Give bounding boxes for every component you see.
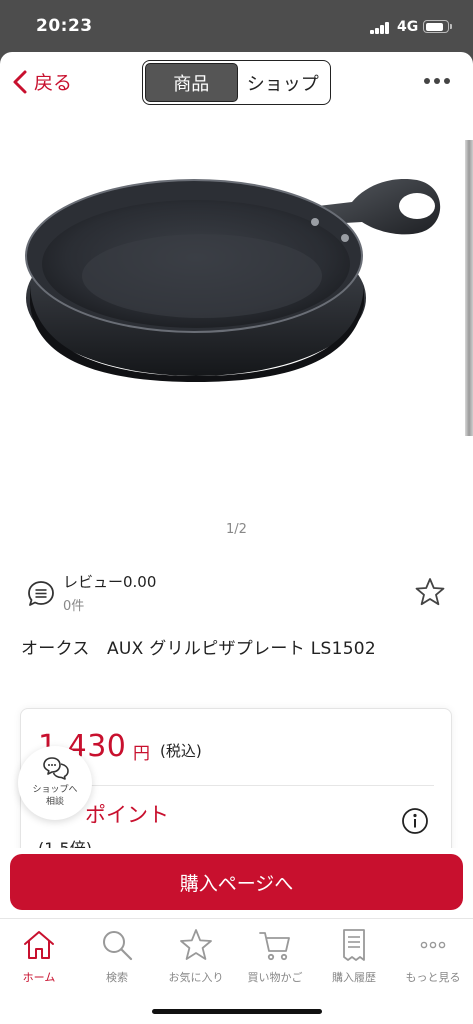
skillet-image [25,178,441,382]
receipt-icon [343,929,365,961]
network-label: 4G [397,19,419,35]
segment-shop[interactable]: ショップ [238,63,329,102]
tab-label: 検索 [106,971,128,984]
back-button[interactable]: 戻る [10,68,72,95]
back-label: 戻る [34,72,73,94]
review-score[interactable]: レビュー0.00 [63,571,156,592]
tab-label: お気に入り [168,971,224,984]
segment-product[interactable]: 商品 [145,63,238,102]
tab-history[interactable]: 購入履歴 [315,927,393,985]
tab-more[interactable]: もっと見る [394,927,472,985]
review-count: 0件 [63,599,85,614]
chevron-left-icon [13,70,27,93]
tab-label: もっと見る [405,971,461,984]
battery-level [425,22,443,31]
tab-bar: ホーム 検索 お気に入り 買い物かご 購入履歴 もっと見る [0,918,473,1024]
product-sheet: 戻る 商品 ショップ 1/2 レビュー0.00 0件 オークス AUX グリルピ… [0,52,473,1024]
price-unit: 円 [133,744,150,764]
search-icon [103,931,133,961]
home-icon [24,931,54,959]
divider [38,785,434,786]
more-options-icon[interactable] [424,78,450,84]
tab-search[interactable]: 検索 [78,927,156,985]
status-bar: 20:23 4G [0,0,473,48]
tab-label: ホーム [22,971,56,984]
home-indicator [152,1009,322,1014]
star-icon[interactable] [414,576,446,608]
chat-bubbles-icon [43,757,69,780]
buy-bar: 購入ページへ [0,848,473,914]
tab-label: 買い物かご [247,971,303,984]
segmented-control: 商品 ショップ [142,60,331,105]
price-tax-note: (税込) [160,742,202,760]
shop-chat-label: ショップへ 相談 [32,785,78,807]
next-image-peek[interactable] [465,140,473,436]
more-icon [420,941,446,949]
shop-chat-button[interactable]: ショップへ 相談 [18,746,92,820]
tab-home[interactable]: ホーム [0,927,78,985]
info-icon[interactable] [401,807,429,835]
tab-cart[interactable]: 買い物かご [236,927,314,985]
speech-bubble-icon [28,581,54,606]
buy-page-button[interactable]: 購入ページへ [10,854,463,910]
tab-label: 購入履歴 [332,971,376,984]
star-icon [180,929,212,960]
image-counter: 1/2 [226,522,247,537]
product-image[interactable] [22,114,450,554]
tab-favorites[interactable]: お気に入り [157,927,235,985]
cart-icon [259,932,290,961]
points-label: ポイント [85,803,169,827]
product-title: オークス AUX グリルピザプレート LS1502 [21,639,377,659]
signal-icon [370,22,390,34]
status-time: 20:23 [36,16,93,36]
battery-icon [423,20,452,33]
nav-bar: 戻る 商品 ショップ [0,52,473,112]
